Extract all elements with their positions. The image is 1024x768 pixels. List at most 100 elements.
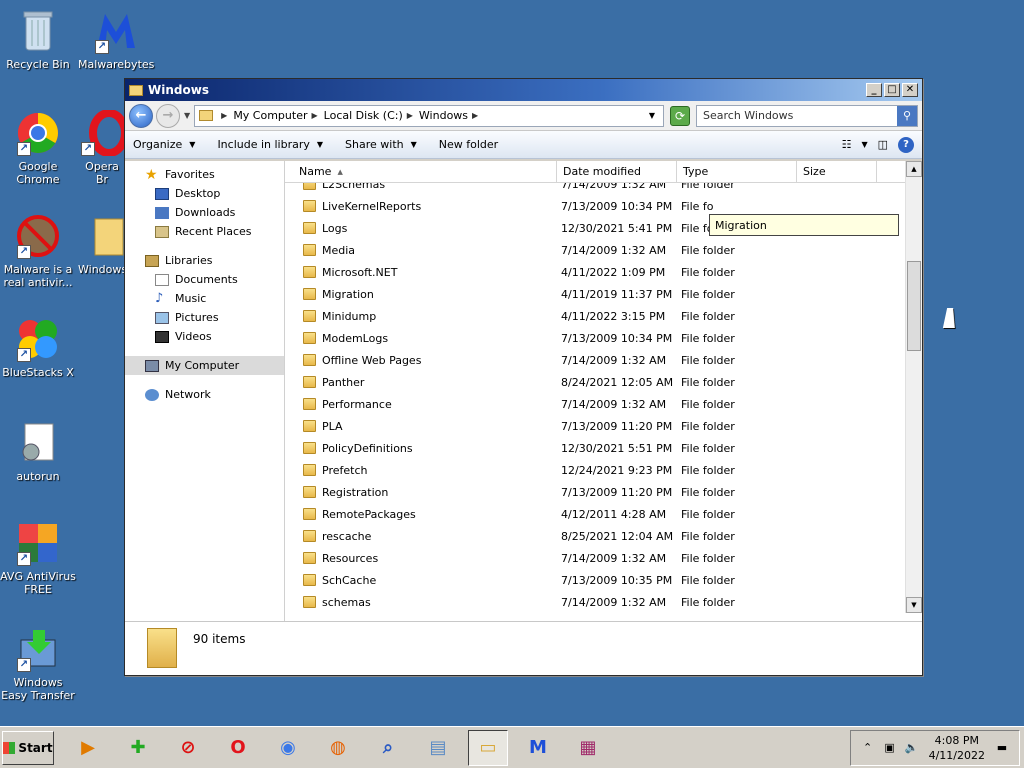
chrome-icon[interactable]: ◉ <box>268 730 308 766</box>
start-button[interactable]: Start <box>2 730 54 765</box>
refresh-button[interactable]: ⟳ <box>670 105 690 126</box>
scrollbar-thumb[interactable] <box>907 261 921 351</box>
desktop-icon-malwarebytes[interactable]: ↗ Malwarebytes <box>78 8 154 71</box>
notepad-icon[interactable]: ▤ <box>418 730 458 766</box>
search-input[interactable]: Search Windows ⚲ <box>696 104 918 127</box>
desktop-icon-windows-folder[interactable]: Windows <box>78 213 126 276</box>
table-row[interactable]: Resources 7/14/2009 1:32 AM File folder <box>285 547 905 569</box>
search-computer-icon[interactable]: ⌕ <box>368 730 408 766</box>
table-row[interactable]: PolicyDefinitions 12/30/2021 5:51 PM File … <box>285 437 905 459</box>
desktop-icon-autorun[interactable]: autorun <box>0 420 76 483</box>
include-in-library-button[interactable]: Include in library ▼ <box>217 138 323 151</box>
new-folder-button[interactable]: New folder <box>439 138 498 151</box>
crumb-my-computer[interactable]: My Computer <box>233 109 307 122</box>
share-with-button[interactable]: Share with ▼ <box>345 138 417 151</box>
organize-button[interactable]: Organize ▼ <box>133 138 195 151</box>
firefox-icon[interactable]: ◍ <box>318 730 358 766</box>
nav-network[interactable]: Network <box>125 385 284 404</box>
search-icon[interactable]: ⚲ <box>897 105 917 126</box>
column-date-modified[interactable]: Date modified <box>557 161 677 182</box>
nav-music[interactable]: ♪ Music <box>125 289 284 308</box>
column-type[interactable]: Type <box>677 161 797 182</box>
desktop-icon-easy-transfer[interactable]: ↗ Windows Easy Transfer <box>0 626 76 702</box>
desktop-icon-malware-warning[interactable]: ↗ Malware is a real antivir... <box>0 213 76 289</box>
table-row[interactable]: ModemLogs 7/13/2009 10:34 PM File folder <box>285 327 905 349</box>
nav-libraries[interactable]: Libraries <box>125 251 284 270</box>
chevron-up-icon[interactable]: ⌃ <box>861 741 875 754</box>
help-icon[interactable]: ? <box>898 136 914 153</box>
explorer-taskbar-icon[interactable]: ▭ <box>468 729 508 766</box>
table-row[interactable]: Migration 4/11/2019 11:37 PM File folder <box>285 283 905 305</box>
file-date-cell: 7/14/2009 1:32 AM <box>561 551 667 565</box>
scroll-down-icon[interactable]: ▼ <box>906 597 922 613</box>
explorer-window: Windows _ □ ✕ ← → ▼ ▶ My Computer ▶ Loca… <box>124 78 923 676</box>
desktop-icon-bluestacks[interactable]: ↗ BlueStacks X <box>0 316 76 379</box>
nav-favorites[interactable]: ★ Favorites <box>125 165 284 184</box>
vertical-scrollbar[interactable]: ▲ ▼ <box>905 161 922 613</box>
table-row[interactable]: Microsoft.NET 4/11/2022 1:09 PM File folde… <box>285 261 905 283</box>
clock[interactable]: 4:08 PM 4/11/2022 <box>929 733 985 763</box>
folder-icon <box>303 354 316 366</box>
file-date-cell: 7/14/2009 1:32 AM <box>561 353 667 367</box>
malware-warning-icon[interactable]: ⊘ <box>168 730 208 766</box>
table-row[interactable]: Offline Web Pages 7/14/2009 1:32 AM File f… <box>285 349 905 371</box>
table-row[interactable]: PLA 7/13/2009 11:20 PM File folder <box>285 415 905 437</box>
include-in-library-label: Include in library <box>217 138 310 151</box>
chevron-right-icon[interactable]: ▶ <box>221 111 227 120</box>
volume-icon[interactable]: 🔈 <box>905 741 919 754</box>
recent-pages-dropdown-icon[interactable]: ▼ <box>184 111 190 120</box>
maximize-button[interactable]: □ <box>884 83 900 97</box>
chevron-right-icon[interactable]: ▶ <box>407 111 413 120</box>
crumb-local-disk[interactable]: Local Disk (C:) <box>324 109 403 122</box>
address-dropdown-icon[interactable]: ▼ <box>649 111 655 120</box>
chevron-right-icon[interactable]: ▶ <box>312 111 318 120</box>
back-button[interactable]: ← <box>129 103 153 128</box>
desktop-icon-recycle-bin[interactable]: Recycle Bin <box>0 8 76 71</box>
network-icon <box>145 388 159 401</box>
network-tray-icon[interactable]: ▣ <box>883 741 897 754</box>
desktop-icon-chrome[interactable]: ↗ Google Chrome <box>0 110 76 186</box>
table-row[interactable]: Prefetch 12/24/2021 9:23 PM File folder <box>285 459 905 481</box>
nav-videos[interactable]: Videos <box>125 327 284 346</box>
view-options-icon[interactable]: ☷ <box>842 138 852 151</box>
winrar-icon[interactable]: ▦ <box>568 730 608 766</box>
nav-documents[interactable]: Documents <box>125 270 284 289</box>
nav-my-computer[interactable]: My Computer <box>125 356 284 375</box>
table-row[interactable]: Media 7/14/2009 1:32 AM File folder <box>285 239 905 261</box>
column-name[interactable]: Name ▲ <box>285 161 557 182</box>
desktop-icon-avg[interactable]: ↗ AVG AntiVirus FREE <box>0 520 76 596</box>
table-row[interactable]: L2Schemas 7/14/2009 1:32 AM File folder <box>285 183 905 195</box>
table-row[interactable]: rescache 8/25/2021 12:04 AM File folder <box>285 525 905 547</box>
table-row[interactable]: RemotePackages 4/12/2011 4:28 AM File fold… <box>285 503 905 525</box>
shortcut-arrow-icon: ↗ <box>17 245 31 259</box>
nav-pictures[interactable]: Pictures <box>125 308 284 327</box>
breadcrumb[interactable]: ▶ My Computer ▶ Local Disk (C:) ▶ Window… <box>194 104 664 127</box>
malwarebytes-icon[interactable]: M <box>518 730 558 766</box>
nav-desktop[interactable]: Desktop <box>125 184 284 203</box>
table-row[interactable]: SchCache 7/13/2009 10:35 PM File folder <box>285 569 905 591</box>
opera-icon[interactable]: O <box>218 730 258 766</box>
show-desktop-icon[interactable]: ▬ <box>995 741 1009 754</box>
forward-button[interactable]: → <box>156 103 180 128</box>
table-row[interactable]: Minidump 4/11/2022 3:15 PM File folder <box>285 305 905 327</box>
chevron-right-icon[interactable]: ▶ <box>472 111 478 120</box>
table-row[interactable]: Performance 7/14/2009 1:32 AM File folder <box>285 393 905 415</box>
nav-recent-places[interactable]: Recent Places <box>125 222 284 241</box>
title-bar[interactable]: Windows _ □ ✕ <box>125 79 922 101</box>
minimize-button[interactable]: _ <box>866 83 882 97</box>
column-size[interactable]: Size <box>797 161 877 182</box>
opera-icon: ↗ <box>79 110 125 156</box>
table-row[interactable]: schemas 7/14/2009 1:32 AM File folder <box>285 591 905 613</box>
crumb-windows[interactable]: Windows <box>419 109 468 122</box>
desktop-icon-opera[interactable]: ↗ Opera Br <box>78 110 126 186</box>
table-row[interactable]: Panther 8/24/2021 12:05 AM File folder <box>285 371 905 393</box>
bluestacks-icon[interactable]: ✚ <box>118 730 158 766</box>
preview-pane-icon[interactable]: ◫ <box>878 138 888 151</box>
table-row[interactable]: Registration 7/13/2009 11:20 PM File folde… <box>285 481 905 503</box>
folder-icon <box>303 244 316 256</box>
nav-downloads[interactable]: Downloads <box>125 203 284 222</box>
chevron-down-icon[interactable]: ▼ <box>861 140 867 149</box>
media-player-icon[interactable]: ▶ <box>68 730 108 766</box>
close-button[interactable]: ✕ <box>902 83 918 97</box>
scroll-up-icon[interactable]: ▲ <box>906 161 922 177</box>
